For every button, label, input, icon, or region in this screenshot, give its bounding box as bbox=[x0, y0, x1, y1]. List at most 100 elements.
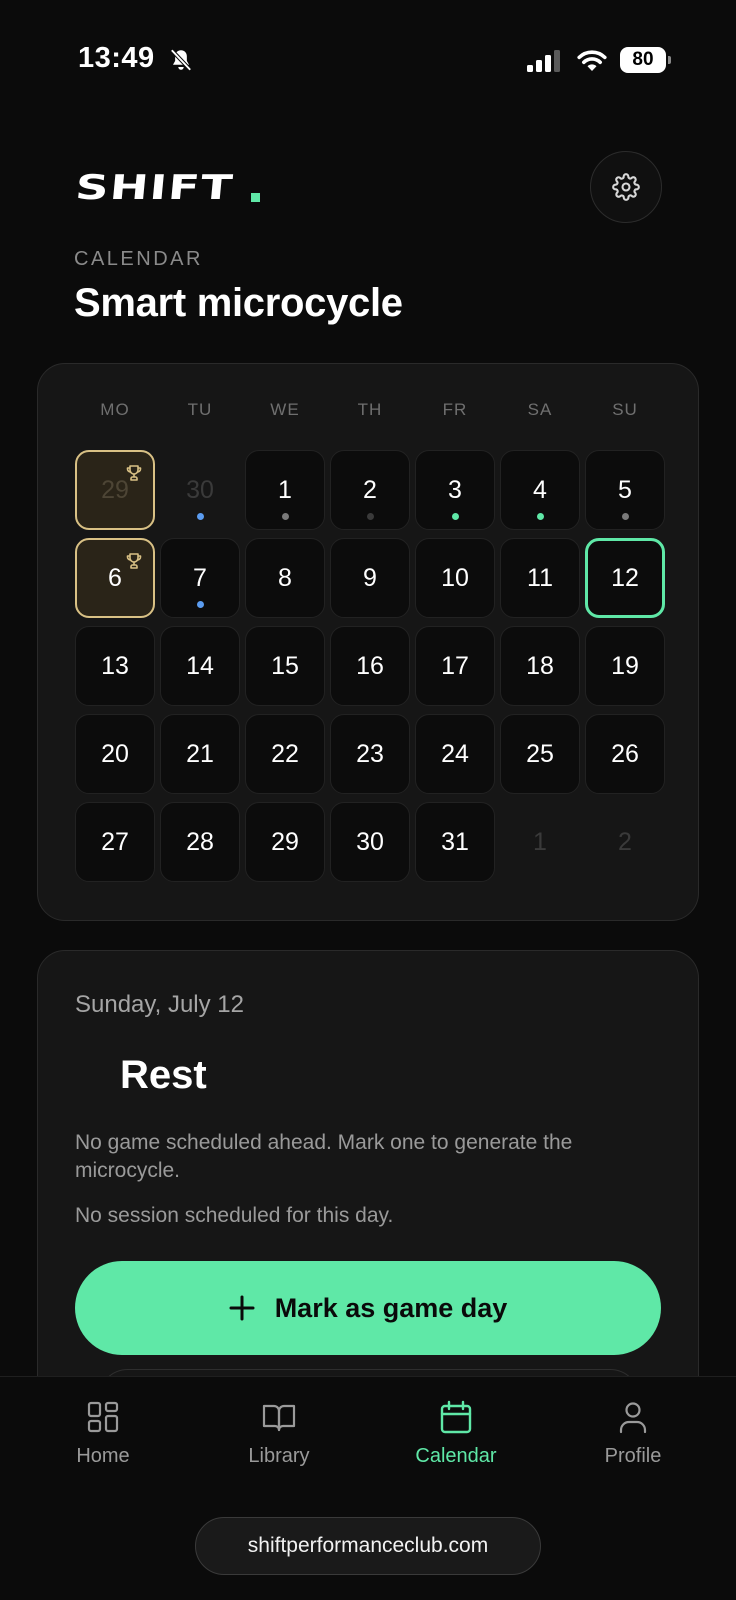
session-dot bbox=[366, 513, 374, 520]
day-cell[interactable]: 9 bbox=[330, 538, 410, 618]
logo-dot bbox=[251, 193, 260, 202]
day-number: 22 bbox=[271, 739, 299, 768]
nav-item-home[interactable]: Home bbox=[33, 1399, 173, 1468]
session-dot bbox=[536, 513, 544, 520]
session-dot bbox=[281, 513, 289, 520]
day-cell[interactable]: 2 bbox=[330, 450, 410, 530]
calendar-icon bbox=[440, 1400, 472, 1434]
day-cell[interactable]: 10 bbox=[415, 538, 495, 618]
day-cell[interactable]: 24 bbox=[415, 714, 495, 794]
no-game-message: No game scheduled ahead. Mark one to gen… bbox=[75, 1131, 573, 1182]
day-cell[interactable]: 13 bbox=[75, 626, 155, 706]
day-number: 26 bbox=[611, 739, 639, 768]
weekday-label: SA bbox=[527, 400, 553, 419]
day-number: 8 bbox=[278, 563, 292, 592]
weekday-label: SU bbox=[612, 400, 638, 419]
day-cell[interactable]: 29 bbox=[245, 802, 325, 882]
day-cell[interactable]: 15 bbox=[245, 626, 325, 706]
day-cell[interactable]: 1 bbox=[500, 802, 580, 882]
day-cell[interactable]: 28 bbox=[160, 802, 240, 882]
day-number: 6 bbox=[108, 563, 122, 592]
day-cell-today[interactable]: 12 bbox=[585, 538, 665, 618]
day-cell[interactable]: 30 bbox=[160, 450, 240, 530]
day-cell[interactable]: 23 bbox=[330, 714, 410, 794]
session-dot bbox=[196, 513, 204, 520]
day-cell[interactable]: 21 bbox=[160, 714, 240, 794]
shift-logo: SHIFT bbox=[74, 168, 260, 208]
day-number: 9 bbox=[363, 563, 377, 592]
day-number: 29 bbox=[271, 827, 299, 856]
battery-tip bbox=[668, 56, 671, 64]
weekday-label: MO bbox=[100, 400, 130, 419]
gear-icon bbox=[612, 173, 640, 201]
day-number: 15 bbox=[271, 651, 299, 680]
day-cell[interactable]: 16 bbox=[330, 626, 410, 706]
day-number: 1 bbox=[533, 827, 547, 856]
day-cell[interactable]: 25 bbox=[500, 714, 580, 794]
book-icon bbox=[262, 1404, 296, 1432]
nav-label-profile: Profile bbox=[604, 1445, 662, 1467]
day-number: 21 bbox=[186, 739, 214, 768]
trophy-icon bbox=[125, 548, 143, 569]
day-cell[interactable]: 7 bbox=[160, 538, 240, 618]
day-cell[interactable]: 26 bbox=[585, 714, 665, 794]
day-cell[interactable]: 22 bbox=[245, 714, 325, 794]
signal-icon bbox=[527, 50, 560, 72]
day-cell[interactable]: 18 bbox=[500, 626, 580, 706]
weekday-label: TH bbox=[357, 400, 383, 419]
day-cell[interactable]: 19 bbox=[585, 626, 665, 706]
session-dot bbox=[451, 513, 459, 520]
day-cell[interactable]: 11 bbox=[500, 538, 580, 618]
day-cell[interactable]: 14 bbox=[160, 626, 240, 706]
day-number: 2 bbox=[618, 827, 632, 856]
status-bar: 13:49 80 bbox=[0, 38, 736, 86]
session-dot bbox=[196, 601, 204, 608]
day-cell[interactable]: 5 bbox=[585, 450, 665, 530]
mark-game-day-label: Mark as game day bbox=[274, 1292, 508, 1323]
app-screen: 13:49 80 SHIFT CALENDAR Smart microcycle… bbox=[0, 0, 736, 1600]
day-number: 23 bbox=[356, 739, 384, 768]
weekday-label: FR bbox=[442, 400, 468, 419]
day-cell[interactable]: 3 bbox=[415, 450, 495, 530]
day-cell-game[interactable]: 29 bbox=[75, 450, 155, 530]
day-number: 27 bbox=[101, 827, 129, 856]
weekday-label: TU bbox=[187, 400, 213, 419]
weekday-header: MO TU WE TH FR SA SU bbox=[75, 400, 665, 420]
day-number: 25 bbox=[526, 739, 554, 768]
day-cell[interactable]: 1 bbox=[245, 450, 325, 530]
nav-label-home: Home bbox=[76, 1445, 130, 1467]
selected-date: Sunday, July 12 bbox=[75, 991, 244, 1018]
day-number: 1 bbox=[278, 475, 292, 504]
weekday-label: WE bbox=[270, 400, 300, 419]
day-cell[interactable]: 2 bbox=[585, 802, 665, 882]
day-number: 7 bbox=[193, 563, 207, 592]
day-number: 4 bbox=[533, 475, 547, 504]
day-cell[interactable]: 31 bbox=[415, 802, 495, 882]
nav-item-profile[interactable]: Profile bbox=[563, 1399, 703, 1468]
day-cell[interactable]: 30 bbox=[330, 802, 410, 882]
day-cell[interactable]: 4 bbox=[500, 450, 580, 530]
no-session-message: No session scheduled for this day. bbox=[75, 1204, 394, 1227]
day-cell[interactable]: 17 bbox=[415, 626, 495, 706]
day-cell-game[interactable]: 6 bbox=[75, 538, 155, 618]
battery-level: 80 bbox=[620, 47, 666, 73]
status-time: 13:49 bbox=[78, 42, 155, 74]
nav-label-library: Library bbox=[248, 1445, 310, 1467]
browser-url-pill[interactable]: shiftperformanceclub.com bbox=[195, 1517, 541, 1575]
section-eyebrow: CALENDAR bbox=[74, 248, 203, 270]
day-number: 13 bbox=[101, 651, 129, 680]
settings-button[interactable] bbox=[590, 151, 662, 223]
day-number: 19 bbox=[611, 651, 639, 680]
nav-item-calendar[interactable]: Calendar bbox=[386, 1399, 526, 1468]
person-icon bbox=[619, 1402, 647, 1434]
day-type-title: Rest bbox=[120, 1053, 207, 1097]
mark-game-day-button[interactable]: Mark as game day bbox=[75, 1261, 661, 1355]
day-detail-card: Sunday, July 12 Rest No game scheduled a… bbox=[37, 950, 699, 1429]
nav-item-library[interactable]: Library bbox=[209, 1399, 349, 1468]
day-cell[interactable]: 20 bbox=[75, 714, 155, 794]
day-cell[interactable]: 8 bbox=[245, 538, 325, 618]
day-number: 20 bbox=[101, 739, 129, 768]
day-number: 16 bbox=[356, 651, 384, 680]
day-cell[interactable]: 27 bbox=[75, 802, 155, 882]
day-number: 24 bbox=[441, 739, 469, 768]
